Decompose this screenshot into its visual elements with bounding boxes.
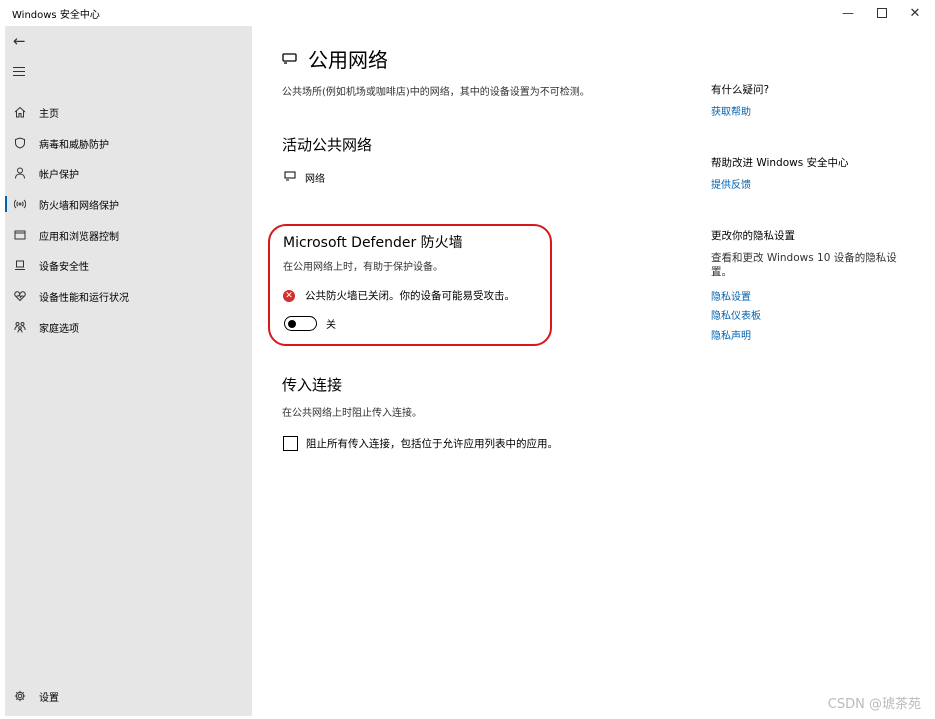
- sidebar-item-label: 防火墙和网络保护: [39, 200, 119, 212]
- main-content: 公用网络 公共场所(例如机场或咖啡店)中的网络，其中的设备设置为不可检测。 活动…: [252, 26, 935, 719]
- block-incoming-row: 阻止所有传入连接，包括位于允许应用列表中的应用。: [283, 436, 558, 451]
- firewall-description: 在公用网络上时，有助于保护设备。: [283, 262, 443, 273]
- privacy-dashboard-link[interactable]: 隐私仪表板: [711, 307, 761, 322]
- sidebar-item-label: 主页: [39, 108, 59, 120]
- title-bar: Windows 安全中心 — ✕: [0, 0, 935, 26]
- home-icon: [5, 106, 35, 118]
- firewall-title: Microsoft Defender 防火墙: [283, 235, 463, 251]
- toggle-knob: [288, 319, 296, 328]
- sidebar-item-label: 设置: [39, 692, 59, 704]
- hamburger-line: [13, 75, 25, 76]
- back-button[interactable]: ←: [13, 32, 26, 50]
- page-title-text: 公用网络: [308, 48, 388, 72]
- device-icon: [5, 259, 35, 271]
- sidebar-item-label: 病毒和威胁防护: [39, 139, 109, 151]
- block-incoming-checkbox[interactable]: [283, 436, 298, 451]
- public-network-icon: [282, 47, 308, 71]
- incoming-connections-description: 在公共网络上时阻止传入连接。: [282, 408, 422, 419]
- privacy-text: 查看和更改 Windows 10 设备的隐私设置。: [711, 252, 897, 278]
- hamburger-line: [13, 67, 25, 68]
- firewall-toggle[interactable]: [284, 316, 317, 331]
- page-title: 公用网络: [282, 44, 388, 73]
- sidebar-item-label: 家庭选项: [39, 323, 79, 335]
- family-icon: [5, 321, 35, 333]
- firewall-warning: ✕ 公共防火墙已关闭。你的设备可能易受攻击。: [283, 288, 515, 303]
- sidebar-item-label: 设备安全性: [39, 261, 89, 273]
- active-network-item: 网络: [284, 170, 325, 185]
- maximize-icon: [877, 8, 887, 18]
- sidebar-item-label: 设备性能和运行状况: [39, 292, 129, 304]
- hamburger-line: [13, 71, 25, 72]
- page-description: 公共场所(例如机场或咖啡店)中的网络，其中的设备设置为不可检测。: [282, 87, 590, 98]
- menu-button[interactable]: [13, 67, 25, 79]
- window-title: Windows 安全中心: [12, 10, 100, 21]
- get-help-link[interactable]: 获取帮助: [711, 103, 751, 118]
- help-heading: 有什么疑问?: [711, 84, 770, 96]
- sidebar-item-label: 应用和浏览器控制: [39, 231, 119, 243]
- antenna-icon: [5, 198, 35, 210]
- privacy-statement-link[interactable]: 隐私声明: [711, 327, 751, 342]
- close-icon: ✕: [909, 5, 921, 21]
- improve-heading: 帮助改进 Windows 安全中心: [711, 157, 849, 169]
- sidebar-item-virus-protection[interactable]: 病毒和威胁防护: [5, 130, 252, 156]
- shield-icon: [5, 137, 35, 149]
- firewall-toggle-row: 关: [284, 316, 336, 331]
- watermark: CSDN @琥茶苑: [827, 697, 921, 712]
- sidebar-item-home[interactable]: 主页: [5, 99, 252, 125]
- sidebar-item-account-protection[interactable]: 帐户保护: [5, 160, 252, 186]
- privacy-settings-link[interactable]: 隐私设置: [711, 288, 751, 303]
- back-arrow-icon: ←: [13, 32, 26, 50]
- gear-icon: [5, 690, 35, 702]
- sidebar-item-firewall[interactable]: 防火墙和网络保护: [5, 191, 252, 217]
- close-button[interactable]: ✕: [901, 3, 929, 23]
- heart-icon: [5, 290, 35, 302]
- network-name: 网络: [305, 174, 325, 185]
- firewall-highlight-box: Microsoft Defender 防火墙 在公用网络上时，有助于保护设备。 …: [268, 224, 552, 346]
- sidebar-item-device-security[interactable]: 设备安全性: [5, 252, 252, 278]
- person-icon: [5, 167, 35, 179]
- active-networks-title: 活动公共网络: [282, 136, 373, 154]
- sidebar: ← 主页 病毒和威胁防护 帐户保护 防火墙和网络保护 应用和浏览器控制 设备安全…: [5, 26, 252, 716]
- incoming-connections-title: 传入连接: [282, 376, 343, 394]
- feedback-link[interactable]: 提供反馈: [711, 176, 751, 191]
- sidebar-item-label: 帐户保护: [39, 169, 79, 181]
- firewall-toggle-label: 关: [326, 320, 336, 331]
- minimize-icon: —: [842, 6, 854, 20]
- block-incoming-label[interactable]: 阻止所有传入连接，包括位于允许应用列表中的应用。: [306, 436, 558, 451]
- sidebar-item-family[interactable]: 家庭选项: [5, 314, 252, 340]
- sidebar-item-device-performance[interactable]: 设备性能和运行状况: [5, 283, 252, 309]
- error-icon: ✕: [283, 289, 295, 302]
- firewall-warning-text: 公共防火墙已关闭。你的设备可能易受攻击。: [305, 290, 515, 302]
- minimize-button[interactable]: —: [834, 3, 862, 23]
- sidebar-item-settings[interactable]: 设置: [5, 683, 252, 709]
- network-icon: [284, 171, 305, 184]
- maximize-button[interactable]: [868, 3, 896, 23]
- privacy-heading: 更改你的隐私设置: [711, 230, 795, 242]
- browser-window-icon: [5, 229, 35, 241]
- sidebar-item-app-browser[interactable]: 应用和浏览器控制: [5, 222, 252, 248]
